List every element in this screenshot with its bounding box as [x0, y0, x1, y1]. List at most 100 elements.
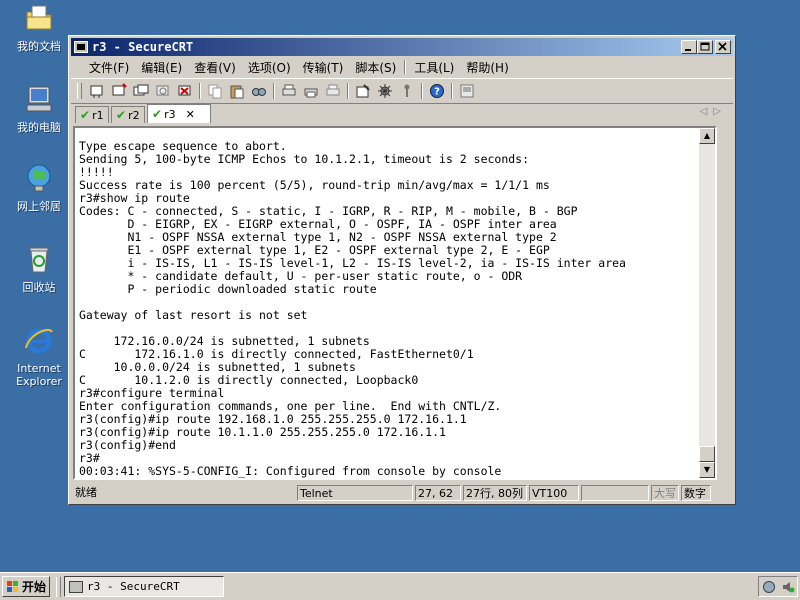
tab-r2[interactable]: ✔ r2	[111, 106, 145, 123]
desktop-icon-recycle-bin[interactable]: 回收站	[8, 243, 70, 294]
desktop-icon-my-documents[interactable]: 我的文档	[8, 2, 70, 53]
scrollbar-thumb[interactable]	[699, 446, 715, 462]
menu-help[interactable]: 帮助(H)	[460, 59, 514, 76]
toolbar-separator	[199, 83, 201, 99]
toolbar-separator	[451, 83, 453, 99]
close-button[interactable]	[715, 40, 731, 54]
scroll-up-icon[interactable]: ▲	[699, 128, 715, 144]
taskbar-grip	[56, 577, 61, 597]
terminal-output[interactable]: Type escape sequence to abort. Sending 5,…	[73, 126, 717, 480]
securecrt-window: r3 - SecureCRT 文件(F) 编辑(E) 查看(V) 选项(O) 传…	[68, 35, 736, 505]
status-emulation: VT100	[529, 485, 579, 501]
connect-tab-icon[interactable]	[132, 82, 150, 100]
tray-network-icon[interactable]	[762, 580, 776, 594]
desktop-icon-label: 回收站	[22, 281, 56, 294]
vertical-scrollbar[interactable]: ▲ ▼	[699, 128, 715, 478]
maximize-button[interactable]	[697, 40, 713, 54]
menu-script[interactable]: 脚本(S)	[349, 59, 402, 76]
terminal-line: r3(config)#end	[79, 438, 176, 452]
terminal-line: 00:03:41: %SYS-5-CONFIG_I: Configured fr…	[79, 464, 502, 478]
menu-options[interactable]: 选项(O)	[242, 59, 297, 76]
status-caps-lock: 大写	[651, 485, 679, 501]
paste-icon[interactable]	[228, 82, 246, 100]
maximize-icon	[700, 42, 710, 51]
print-icon[interactable]	[280, 82, 298, 100]
toolbar-grip[interactable]	[77, 83, 82, 99]
windows-flag-icon	[7, 580, 19, 593]
help-icon[interactable]: ?	[428, 82, 446, 100]
terminal-line: Gateway of last resort is not set	[79, 308, 308, 322]
tray-speaker-icon[interactable]	[781, 580, 795, 594]
menu-file[interactable]: 文件(F)	[83, 59, 135, 76]
toolbar: ?	[71, 78, 733, 104]
session-options-icon[interactable]	[354, 82, 372, 100]
log-session-icon[interactable]	[458, 82, 476, 100]
computer-icon	[26, 86, 52, 112]
reconnect-icon[interactable]	[154, 82, 172, 100]
taskbar-task-label: r3 - SecureCRT	[87, 580, 180, 593]
tab-r3[interactable]: ✔ r3 ✕	[147, 104, 211, 123]
menu-separator	[404, 60, 407, 74]
keymap-icon[interactable]	[398, 82, 416, 100]
toolbar-separator	[273, 83, 275, 99]
desktop-icon-network[interactable]: 网上邻居	[8, 162, 70, 213]
menu-bar: 文件(F) 编辑(E) 查看(V) 选项(O) 传输(T) 脚本(S) 工具(L…	[71, 57, 733, 77]
status-cursor-position: 27, 62	[415, 485, 461, 501]
title-bar[interactable]: r3 - SecureCRT	[71, 38, 733, 56]
desktop-icon-my-computer[interactable]: 我的电脑	[8, 83, 70, 134]
global-options-icon[interactable]	[376, 82, 394, 100]
desktop-icon-label: 我的电脑	[17, 121, 61, 134]
recycle-bin-icon	[29, 247, 49, 273]
menu-tools[interactable]: 工具(L)	[408, 59, 460, 76]
connected-check-icon: ✔	[116, 108, 127, 122]
start-label: 开始	[22, 580, 47, 594]
tab-r1[interactable]: ✔ r1	[75, 106, 109, 123]
status-num-lock: 数字	[681, 485, 711, 501]
tab-close-icon[interactable]: ✕	[186, 108, 195, 121]
internet-explorer-icon	[25, 328, 53, 354]
print-screen-icon[interactable]	[324, 82, 342, 100]
connected-check-icon: ✔	[152, 107, 163, 121]
terminal-line: Sending 5, 100-byte ICMP Echos to 10.1.2…	[79, 152, 530, 166]
find-icon[interactable]	[250, 82, 268, 100]
tab-label: r1	[92, 108, 104, 122]
desktop-icon-internet-explorer[interactable]: Internet Explorer	[8, 324, 70, 388]
minimize-icon	[685, 49, 691, 51]
securecrt-app-icon	[69, 580, 83, 593]
tab-scroll-left-icon[interactable]: ◁	[700, 106, 714, 117]
securecrt-app-icon	[74, 41, 88, 53]
taskbar-securecrt-button[interactable]: r3 - SecureCRT	[64, 576, 224, 597]
copy-icon[interactable]	[206, 82, 224, 100]
disconnect-icon[interactable]	[176, 82, 194, 100]
menu-view[interactable]: 查看(V)	[188, 59, 242, 76]
system-tray	[758, 576, 798, 597]
tab-scroll-arrows[interactable]: ◁▷	[700, 106, 727, 117]
svg-text:?: ?	[434, 87, 440, 98]
toolbar-separator	[347, 83, 349, 99]
minimize-button[interactable]	[681, 40, 697, 54]
taskbar: 开始 r3 - SecureCRT	[0, 572, 800, 600]
terminal-text: Type escape sequence to abort. Sending 5,…	[79, 140, 626, 478]
network-globe-icon	[27, 164, 51, 192]
menu-transfer[interactable]: 传输(T)	[297, 59, 350, 76]
status-protocol: Telnet	[297, 485, 413, 501]
close-icon	[718, 42, 727, 51]
tab-label: r3	[164, 107, 176, 121]
menu-edit[interactable]: 编辑(E)	[135, 59, 188, 76]
scroll-down-icon[interactable]: ▼	[699, 462, 715, 478]
connect-icon[interactable]	[88, 82, 106, 100]
status-bar: 就绪 Telnet 27, 62 27行, 80列 VT100 大写 数字	[71, 483, 733, 503]
window-title: r3 - SecureCRT	[92, 40, 194, 54]
tab-scroll-right-icon[interactable]: ▷	[713, 106, 727, 117]
quick-connect-icon[interactable]	[110, 82, 128, 100]
print-selection-icon[interactable]	[302, 82, 320, 100]
status-empty	[581, 485, 649, 501]
start-button[interactable]: 开始	[2, 576, 50, 597]
toolbar-separator	[421, 83, 423, 99]
session-tab-bar: ✔ r1 ✔ r2 ✔ r3 ✕ ◁▷	[71, 104, 733, 124]
status-ready: 就绪	[75, 486, 97, 499]
status-rows-cols: 27行, 80列	[463, 485, 527, 501]
tab-label: r2	[128, 108, 140, 122]
folder-icon	[26, 5, 52, 30]
desktop-icon-label: Internet Explorer	[16, 362, 62, 388]
